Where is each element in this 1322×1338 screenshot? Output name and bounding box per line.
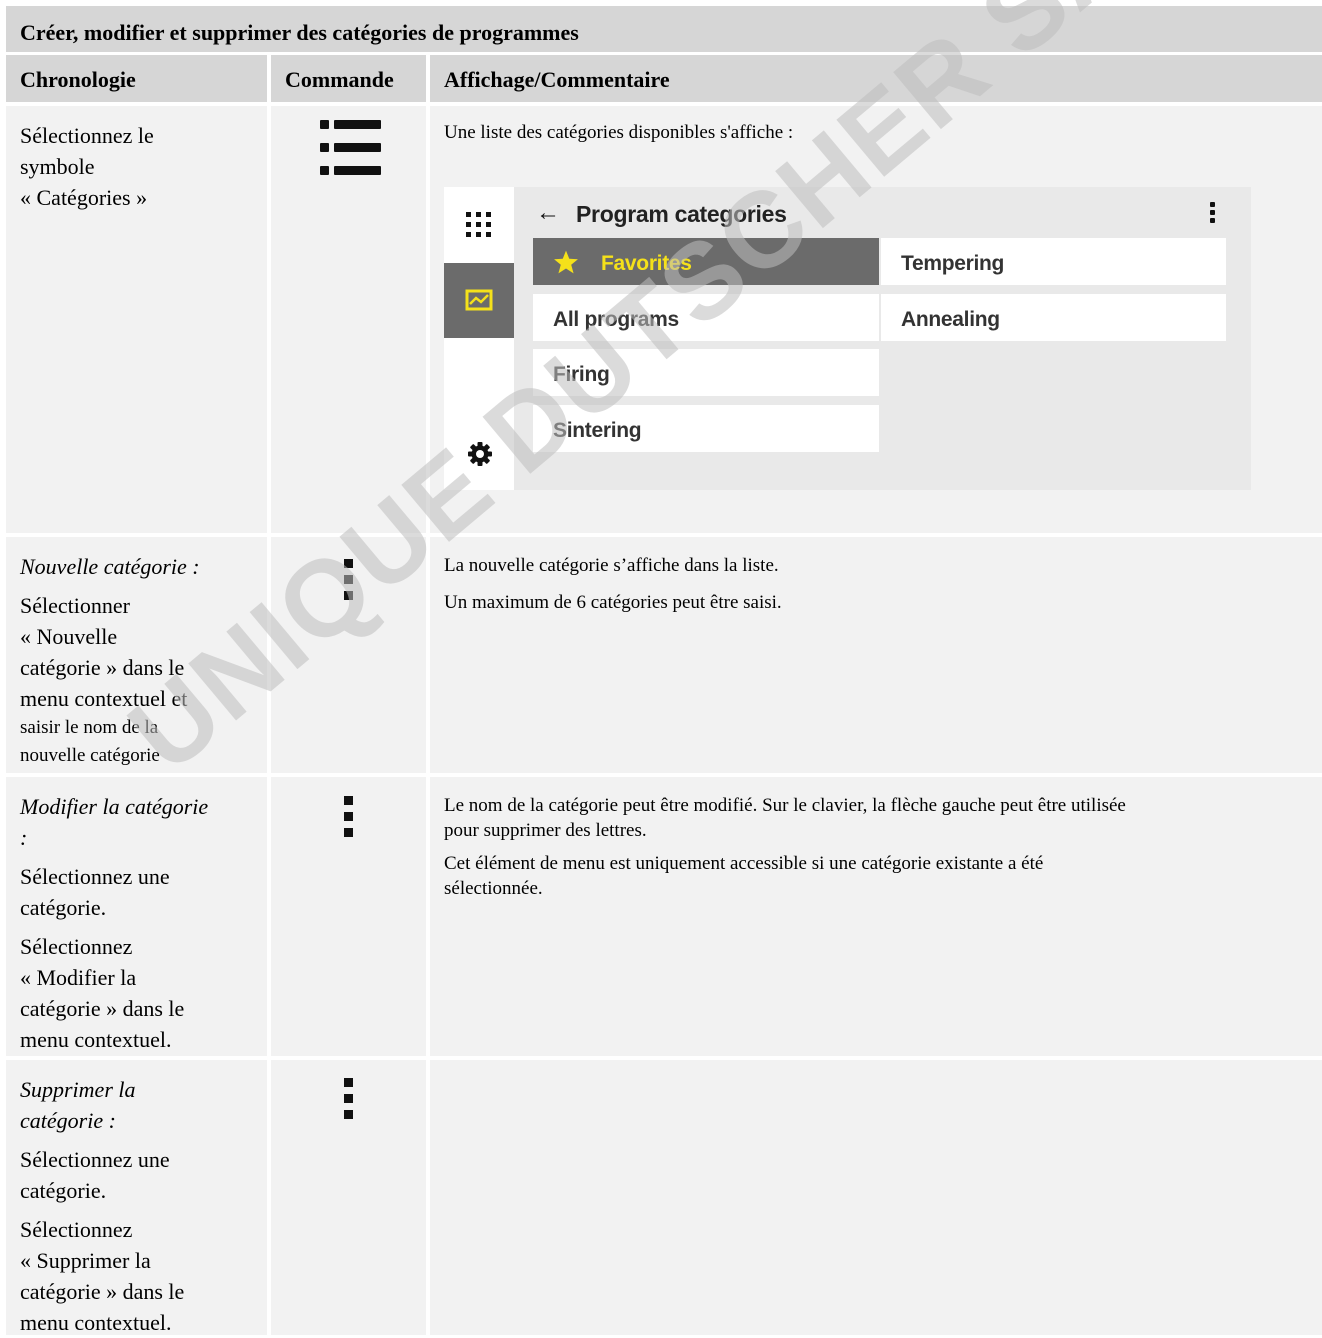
table-title: Créer, modifier et supprimer des catégor… [6,6,1322,52]
step-title: Supprimer la [20,1077,136,1102]
category-tempering[interactable]: Tempering [881,238,1226,285]
chart-icon[interactable] [444,263,514,338]
comment-cell-categories-list: Une liste des catégories disponibles s'a… [430,106,1322,533]
step-title: Nouvelle catégorie : [20,554,200,579]
category-all-programs[interactable]: All programs [533,294,879,341]
command-cell-categories [271,106,426,533]
categories-table: Créer, modifier et supprimer des catégor… [0,0,1322,1335]
category-favorites[interactable]: Favorites [533,238,879,285]
step-line: Sélectionnez [20,1217,133,1242]
comment-text: Cet élément de menu est uniquement acces… [444,853,1044,874]
apps-grid-icon[interactable] [466,212,492,238]
step-line: nouvelle catégorie [20,745,160,766]
kebab-menu-icon [344,559,354,609]
comment-text: Une liste des catégories disponibles s'a… [444,122,794,143]
step-cell-delete-category: Supprimer la catégorie : Sélectionnez un… [6,1060,267,1335]
comment-text: Un maximum de 6 catégories peut être sai… [444,592,782,613]
step-line: Sélectionner [20,593,130,618]
step-line: « Modifier la [20,965,137,990]
category-label: Favorites [601,252,692,275]
step-line: symbole [20,154,95,179]
column-header-chronologie: Chronologie [6,55,267,102]
step-cell-edit-category: Modifier la catégorie : Sélectionnez une… [6,777,267,1056]
step-line: Sélectionnez une [20,1147,170,1172]
step-line: menu contextuel et [20,686,188,711]
command-cell-delete-category [271,1060,426,1335]
step-line: Sélectionnez une [20,864,170,889]
comment-cell-delete-category [430,1060,1322,1335]
step-line: Sélectionnez le [20,123,154,148]
kebab-menu-icon [344,796,354,846]
step-title: Modifier la catégorie [20,794,209,819]
step-line: menu contextuel. [20,1310,172,1335]
step-cell-new-category: Nouvelle catégorie : Sélectionner « Nouv… [6,537,267,773]
comment-cell-new-category: La nouvelle catégorie s’affiche dans la … [430,537,1322,773]
list-icon [320,120,381,175]
step-line: saisir le nom de la [20,717,159,738]
step-line: catégorie » dans le [20,1279,185,1304]
command-cell-new-category [271,537,426,773]
category-sintering[interactable]: Sintering [533,405,879,452]
column-header-affichage: Affichage/Commentaire [430,55,1322,102]
step-line: « Nouvelle [20,624,118,649]
kebab-menu-icon[interactable] [1210,202,1216,224]
comment-text: La nouvelle catégorie s’affiche dans la … [444,555,779,576]
comment-text: sélectionnée. [444,878,543,899]
gear-icon[interactable] [466,440,494,468]
comment-text: Le nom de la catégorie peut être modifié… [444,795,1126,816]
step-line: catégorie » dans le [20,655,185,680]
command-cell-edit-category [271,777,426,1056]
device-sidebar [444,187,514,490]
step-line: « Supprimer la [20,1248,151,1273]
step-line: catégorie » dans le [20,996,185,1021]
device-title: Program categories [576,201,787,227]
step-title: catégorie : [20,1108,116,1133]
step-cell-select-categories: Sélectionnez le symbole « Catégories » [6,106,267,533]
step-line: catégorie. [20,1178,107,1203]
step-line: catégorie. [20,895,107,920]
kebab-menu-icon [344,1078,354,1128]
step-title: : [20,825,28,850]
device-screenshot: ← Program categories Favorites All progr… [444,187,1251,490]
arrow-left-icon[interactable]: ← [536,200,560,225]
step-line: Sélectionnez [20,934,133,959]
step-line: menu contextuel. [20,1027,172,1052]
comment-text: pour supprimer des lettres. [444,820,647,841]
category-firing[interactable]: Firing [533,349,879,396]
star-icon [553,249,579,275]
category-annealing[interactable]: Annealing [881,294,1226,341]
column-header-commande: Commande [271,55,426,102]
comment-cell-edit-category: Le nom de la catégorie peut être modifié… [430,777,1322,1056]
step-line: « Catégories » [20,185,148,210]
